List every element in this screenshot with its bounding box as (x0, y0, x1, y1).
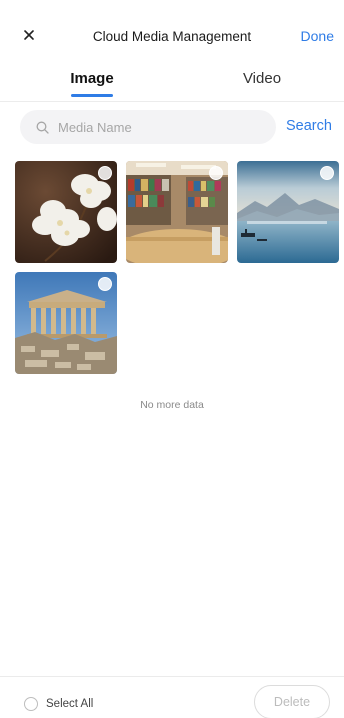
header-bar: Cloud Media Management Done (0, 0, 344, 62)
done-button[interactable]: Done (301, 28, 334, 44)
select-all-label: Select All (46, 698, 94, 710)
page-title: Cloud Media Management (92, 29, 252, 44)
select-checkbox[interactable] (98, 166, 112, 180)
media-thumbnail-lake[interactable] (237, 161, 339, 263)
tab-image[interactable]: Image (52, 70, 132, 87)
media-thumbnail-ruins[interactable] (15, 272, 117, 374)
delete-button[interactable]: Delete (254, 685, 330, 718)
select-checkbox[interactable] (98, 277, 112, 291)
search-box (20, 110, 276, 144)
tab-video[interactable]: Video (222, 70, 302, 87)
media-thumbnail-orchid[interactable] (15, 161, 117, 263)
select-checkbox[interactable] (320, 166, 334, 180)
select-checkbox[interactable] (209, 166, 223, 180)
bottom-action-bar: Select All Delete (0, 676, 344, 718)
list-end-status: No more data (140, 399, 204, 411)
search-row: Search (0, 110, 344, 144)
media-type-tabs: Image Video (0, 62, 344, 102)
search-input[interactable] (58, 119, 258, 135)
search-icon (34, 119, 50, 135)
media-thumbnail-library[interactable] (126, 161, 228, 263)
active-tab-indicator (71, 94, 113, 97)
select-all-toggle[interactable]: Select All (24, 697, 93, 711)
select-all-radio[interactable] (24, 697, 38, 711)
search-button[interactable]: Search (286, 118, 332, 134)
